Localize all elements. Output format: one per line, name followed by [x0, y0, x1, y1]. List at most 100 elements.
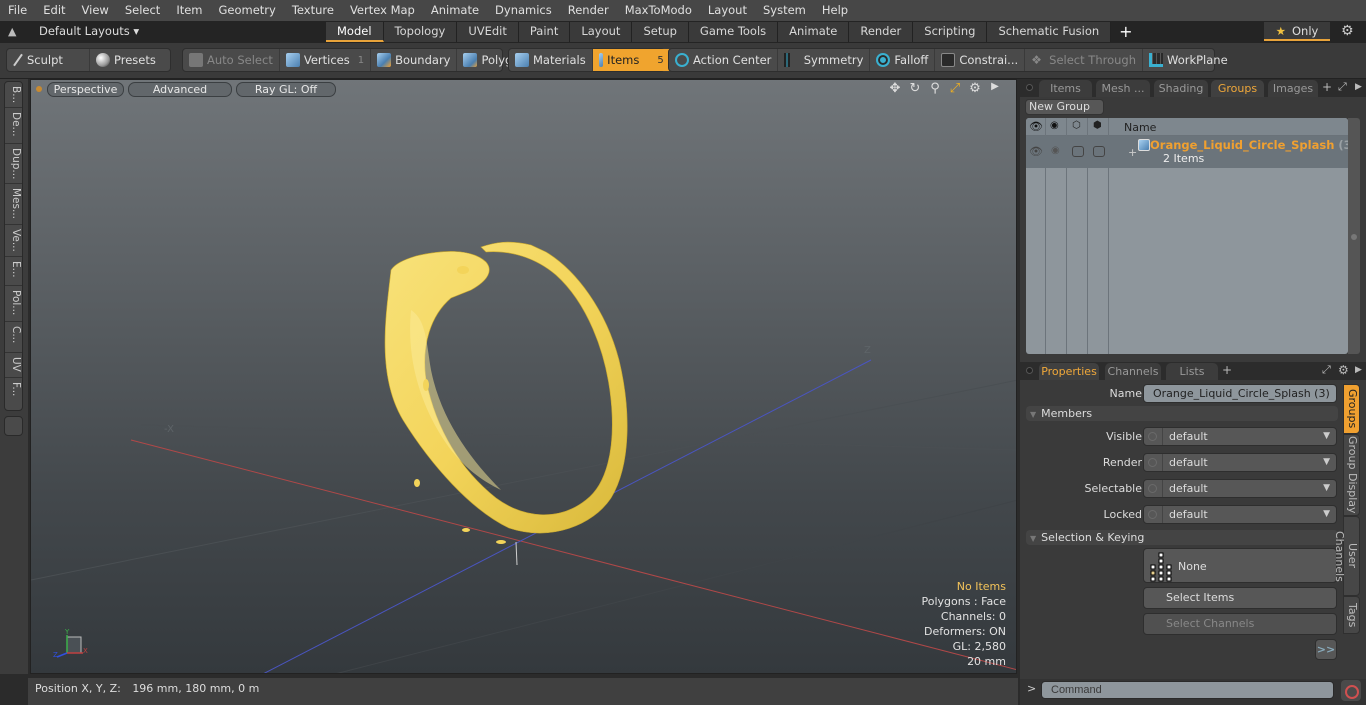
tab-channels[interactable]: Channels	[1105, 363, 1161, 380]
tab-schematic-fusion[interactable]: Schematic Fusion	[987, 22, 1112, 42]
none-preset-button[interactable]: None	[1143, 548, 1337, 583]
symmetry-button[interactable]: Symmetry	[778, 49, 871, 71]
groups-list-scrollbar[interactable]	[1348, 118, 1360, 354]
row-render-camera-icon[interactable]: ◉	[1051, 145, 1060, 156]
side-tab-groups[interactable]: Groups	[1343, 384, 1360, 434]
tab-model[interactable]: Model	[326, 22, 384, 42]
tab-mesh[interactable]: Mesh ...	[1096, 80, 1150, 97]
3d-viewport[interactable]: Z -X Perspective Advanced Ray GL: Off ✥ …	[30, 79, 1017, 674]
zoom-magnifier-icon[interactable]: ⚲	[928, 81, 942, 96]
left-tab-edge[interactable]: E...	[5, 257, 22, 286]
raygl-button[interactable]: Ray GL: Off	[236, 82, 336, 97]
left-tab-polygon[interactable]: Pol...	[5, 286, 22, 322]
panel-arrow-icon[interactable]: ▶	[1355, 365, 1362, 375]
menu-render[interactable]: Render	[560, 0, 617, 21]
left-tab-curve[interactable]: C...	[5, 322, 22, 353]
menu-help[interactable]: Help	[814, 0, 856, 21]
group-row[interactable]: 👁 ◉ + Orange_Liquid_Circle_Splash (3)...…	[1026, 136, 1348, 168]
items-button[interactable]: Items 5	[592, 49, 670, 71]
boundary-button[interactable]: Boundary	[371, 49, 458, 71]
add-tab-plus-icon[interactable]: +	[1322, 80, 1332, 94]
tab-groups[interactable]: Groups	[1211, 80, 1264, 97]
materials-button[interactable]: Materials	[509, 49, 593, 71]
select-through-button[interactable]: ❖ Select Through	[1025, 49, 1143, 71]
select-channels-button[interactable]: Select Channels	[1143, 613, 1337, 635]
menu-animate[interactable]: Animate	[423, 0, 487, 21]
gear-icon[interactable]: ⚙	[1341, 23, 1354, 39]
menu-dynamics[interactable]: Dynamics	[487, 0, 560, 21]
selectable-keyframe-circle-icon[interactable]	[1148, 484, 1157, 493]
more-button[interactable]: >>	[1315, 639, 1337, 660]
visible-dropdown[interactable]: default ▼	[1143, 427, 1337, 446]
side-tab-tags[interactable]: Tags	[1343, 596, 1360, 634]
vertices-button[interactable]: Vertices 1	[280, 49, 372, 71]
shading-mode-button[interactable]: Advanced	[128, 82, 232, 97]
members-section-header[interactable]: ▼ Members	[1026, 406, 1338, 421]
left-tab-basic[interactable]: B...	[5, 82, 22, 108]
row-visibility-eye-icon[interactable]: 👁	[1029, 145, 1043, 158]
name-column-header[interactable]: Name	[1124, 121, 1156, 134]
tab-properties[interactable]: Properties	[1039, 363, 1099, 380]
scrollbar-handle[interactable]	[1351, 234, 1357, 240]
add-tab-plus-icon[interactable]: +	[1111, 22, 1140, 42]
group-name-input[interactable]: Orange_Liquid_Circle_Splash (3)	[1143, 384, 1337, 403]
collapse-arrow-icon[interactable]: ▲	[8, 25, 16, 38]
locked-dropdown[interactable]: default ▼	[1143, 505, 1337, 524]
row-locked-checkbox[interactable]	[1093, 146, 1105, 157]
select-items-button[interactable]: Select Items	[1143, 587, 1337, 609]
locked-keyframe-circle-icon[interactable]	[1148, 510, 1157, 519]
menu-vertex-map[interactable]: Vertex Map	[342, 0, 423, 21]
side-tab-user-channels[interactable]: User Channels	[1333, 516, 1360, 596]
menu-maxtomodo[interactable]: MaxToModo	[617, 0, 700, 21]
tab-setup[interactable]: Setup	[632, 22, 689, 42]
add-tab-plus-icon[interactable]: +	[1222, 363, 1232, 377]
left-tab-uv[interactable]: UV	[5, 353, 22, 378]
left-tab-deform[interactable]: De...	[5, 108, 22, 144]
maximize-arrows-icon[interactable]: ⤢	[948, 81, 962, 96]
group-name[interactable]: Orange_Liquid_Circle_Splash (3)...	[1150, 138, 1348, 152]
tab-paint[interactable]: Paint	[518, 22, 571, 42]
menu-edit[interactable]: Edit	[35, 0, 73, 21]
panel-menu-dot-icon[interactable]	[1026, 84, 1033, 91]
constraints-button[interactable]: Constrai...	[935, 49, 1026, 71]
presets-button[interactable]: Presets	[90, 49, 162, 71]
left-tab-duplicate[interactable]: Dup...	[5, 144, 22, 184]
tab-shading[interactable]: Shading	[1154, 80, 1208, 97]
menu-system[interactable]: System	[755, 0, 814, 21]
tab-lists[interactable]: Lists	[1166, 363, 1218, 380]
expand-panel-icon[interactable]: ⤢	[1322, 363, 1331, 377]
tab-topology[interactable]: Topology	[383, 22, 458, 42]
tab-game-tools[interactable]: Game Tools	[688, 22, 779, 42]
command-input[interactable]	[1041, 681, 1334, 699]
menu-item[interactable]: Item	[168, 0, 210, 21]
expand-panel-icon[interactable]: ⤢	[1338, 80, 1347, 94]
action-center-button[interactable]: Action Center	[669, 49, 779, 71]
pan-move-icon[interactable]: ✥	[888, 81, 902, 96]
auto-select-button[interactable]: Auto Select	[183, 49, 280, 71]
viewport-gear-icon[interactable]: ⚙	[968, 81, 982, 96]
left-tab-fusion[interactable]: F...	[5, 378, 22, 408]
row-selectable-checkbox[interactable]	[1072, 146, 1084, 157]
tab-uvedit[interactable]: UVEdit	[457, 22, 519, 42]
layout-selector[interactable]: Default Layouts ▾	[39, 24, 139, 38]
menu-texture[interactable]: Texture	[284, 0, 342, 21]
panel-arrow-icon[interactable]: ▶	[1355, 82, 1362, 92]
tab-items[interactable]: Items	[1039, 80, 1092, 97]
falloff-button[interactable]: Falloff	[870, 49, 936, 71]
menu-geometry[interactable]: Geometry	[211, 0, 284, 21]
menu-file[interactable]: File	[0, 0, 35, 21]
tab-scripting[interactable]: Scripting	[913, 22, 988, 42]
selection-keying-section-header[interactable]: ▼ Selection & Keying	[1026, 530, 1338, 545]
viewport-options-dot-icon[interactable]	[36, 86, 42, 92]
render-dropdown[interactable]: default ▼	[1143, 453, 1337, 472]
workplane-button[interactable]: WorkPlane	[1143, 49, 1234, 71]
expand-plus-icon[interactable]: +	[1128, 146, 1137, 159]
tab-images[interactable]: Images	[1268, 80, 1318, 97]
only-button[interactable]: ★ Only	[1264, 22, 1330, 41]
new-group-button[interactable]: New Group	[1025, 99, 1104, 115]
render-keyframe-circle-icon[interactable]	[1148, 458, 1157, 467]
tab-layout[interactable]: Layout	[570, 22, 633, 42]
panel-gear-icon[interactable]: ⚙	[1338, 363, 1349, 377]
tab-animate[interactable]: Animate	[778, 22, 850, 42]
menu-view[interactable]: View	[74, 0, 117, 21]
